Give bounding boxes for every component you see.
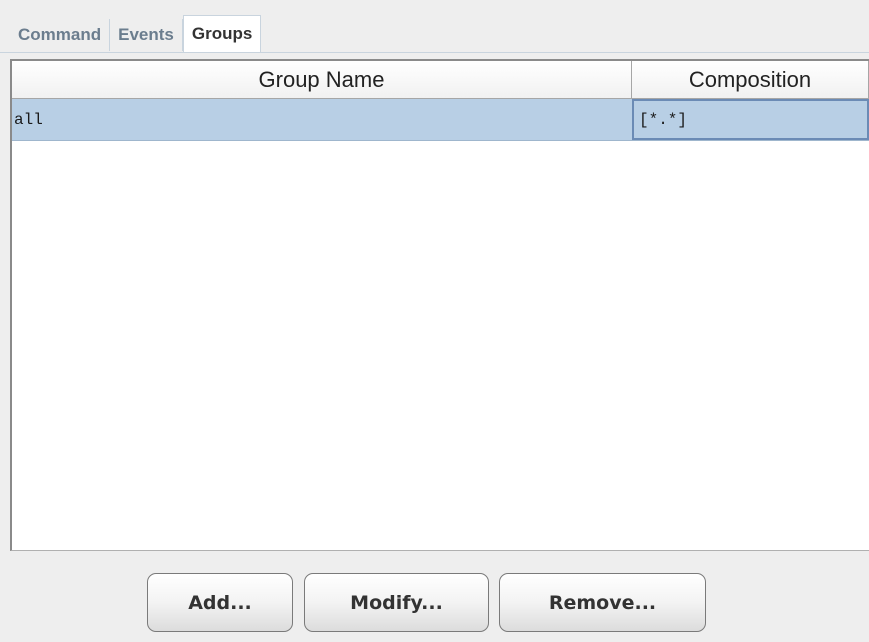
groups-table: Group Name Composition all [*.*]: [10, 59, 869, 551]
column-header-composition[interactable]: Composition: [632, 61, 869, 98]
composition-cell[interactable]: [*.*]: [632, 99, 869, 140]
tab-divider: [0, 52, 869, 53]
button-bar: Add... Modify... Remove...: [0, 573, 869, 633]
modify-button[interactable]: Modify...: [304, 573, 489, 632]
group-name-cell[interactable]: all: [12, 99, 632, 140]
table-row[interactable]: all [*.*]: [12, 99, 869, 141]
tab-strip: Command Events Groups: [10, 13, 262, 52]
tab-events[interactable]: Events: [110, 19, 183, 51]
tab-command[interactable]: Command: [10, 19, 111, 51]
add-button[interactable]: Add...: [147, 573, 293, 632]
remove-button[interactable]: Remove...: [499, 573, 706, 632]
tab-groups[interactable]: Groups: [182, 15, 262, 52]
table-header: Group Name Composition: [12, 61, 869, 99]
column-header-group-name[interactable]: Group Name: [12, 61, 632, 98]
